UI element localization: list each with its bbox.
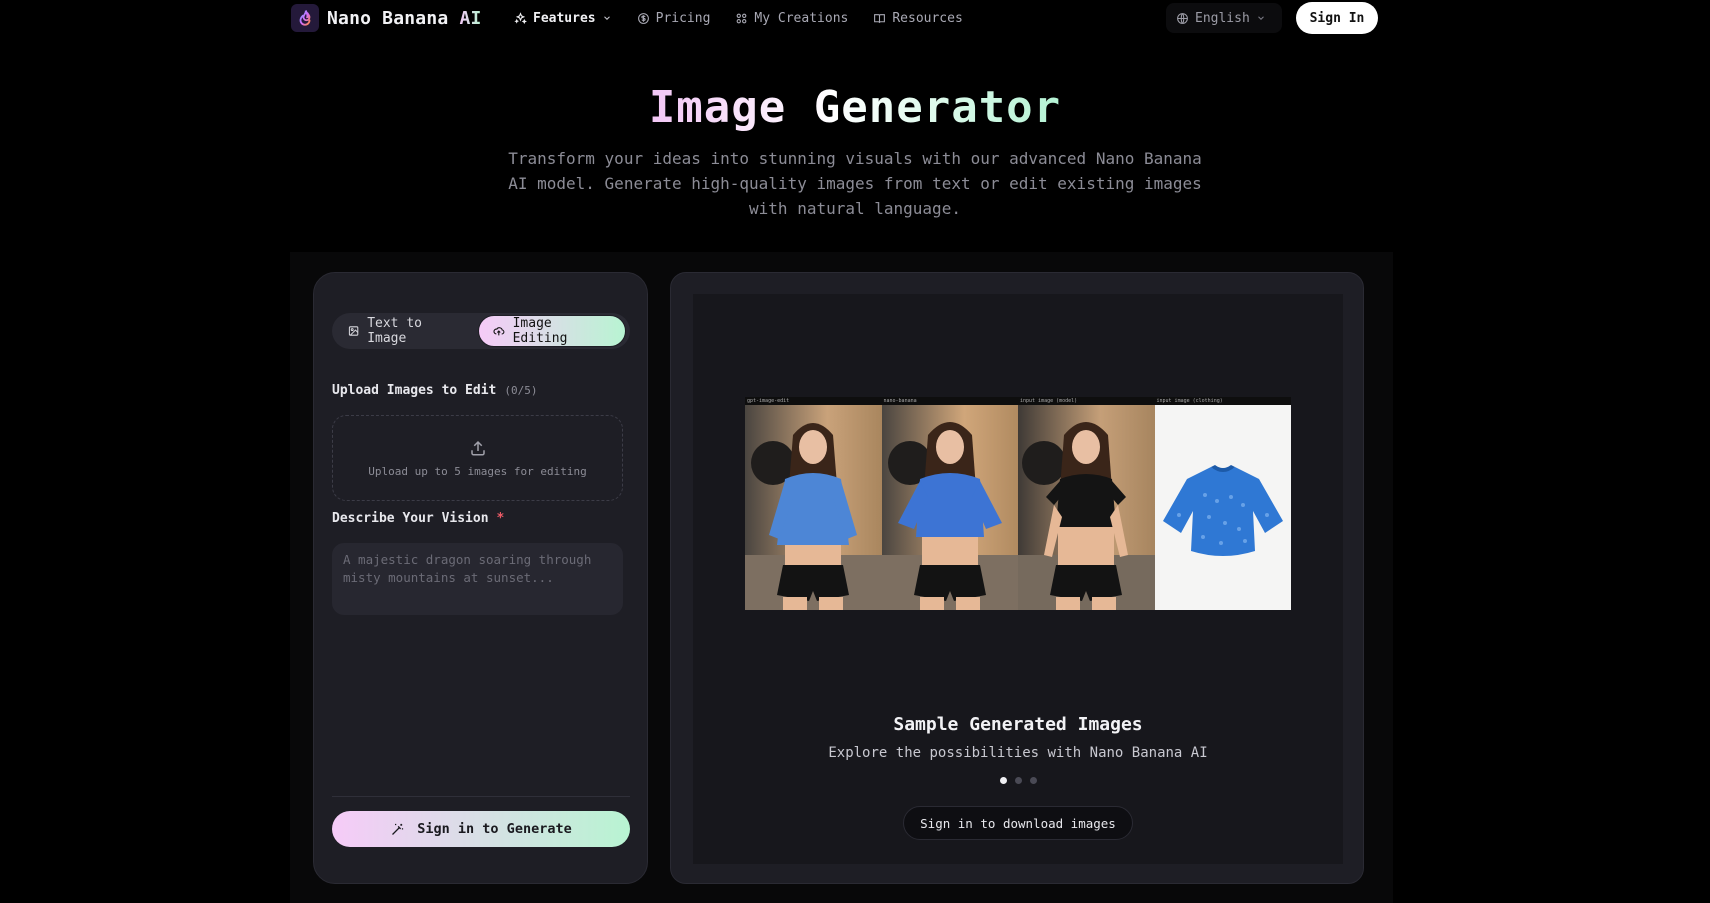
prompt-label: Describe Your Vision * [332, 511, 504, 526]
sample-subtitle: Explore the possibilities with Nano Bana… [828, 745, 1208, 761]
carousel-dots [693, 777, 1343, 784]
required-mark: * [496, 511, 505, 526]
sparkles-icon [514, 11, 527, 24]
book-icon [874, 13, 886, 23]
tab-text-to-image[interactable]: Text to Image [334, 315, 476, 347]
brand-name-suffix: AI [459, 7, 482, 29]
nav-item-resources-label: Resources [892, 10, 963, 26]
editor-card: Text to Image Image Editing Upload Image… [313, 272, 648, 884]
generate-button-label: Sign in to Generate [417, 821, 572, 837]
nav-item-features[interactable]: Features [514, 8, 612, 28]
upload-label: Upload Images to Edit (0/5) [332, 383, 538, 398]
upload-cloud-icon [493, 327, 505, 336]
upload-label-text: Upload Images to Edit [332, 383, 497, 398]
generate-button[interactable]: Sign in to Generate [332, 811, 630, 847]
upload-count: (0/5) [504, 384, 538, 397]
upload-hint: Upload up to 5 images for editing [368, 464, 587, 478]
tab-text-to-image-label: Text to Image [367, 316, 422, 346]
image-icon [348, 326, 359, 336]
image-label: input image (clothing) [1156, 398, 1223, 404]
language-select[interactable]: English [1166, 3, 1282, 33]
sample-panel-gpt-edit [745, 405, 882, 610]
preview-card: gpt-image-edit nano-banana input image (… [670, 272, 1364, 884]
brand-name-main: Nano Banana [327, 7, 449, 29]
chevron-down-icon [603, 16, 610, 20]
nav-item-pricing[interactable]: Pricing [637, 8, 711, 28]
chevron-down-icon [1257, 16, 1264, 20]
image-label: nano-banana [883, 398, 917, 404]
carousel-dot[interactable] [1029, 777, 1037, 784]
page-title-text: Image Generator [648, 82, 1062, 133]
nav-item-my-creations-label: My Creations [754, 10, 849, 26]
prompt-label-text: Describe Your Vision [332, 511, 489, 526]
sample-image[interactable]: gpt-image-edit nano-banana input image (… [745, 397, 1291, 610]
image-labels: gpt-image-edit nano-banana input image (… [745, 397, 1291, 405]
nav-item-resources[interactable]: Resources [873, 8, 963, 28]
page-title: Image Generator [0, 82, 1710, 133]
sample-panel-input-model [1018, 405, 1155, 610]
nav-links: Features Pricing My Creations Resources [514, 8, 963, 28]
dollar-circle-icon [637, 12, 649, 24]
brand-name: Nano Banana AI [327, 8, 482, 29]
sample-panel-input-clothing [1154, 405, 1291, 610]
flame-logo-icon [291, 4, 319, 32]
upload-dropzone[interactable]: Upload up to 5 images for editing [332, 415, 623, 501]
image-label: input image (model) [1020, 398, 1078, 404]
mode-tabs: Text to Image Image Editing [332, 313, 630, 349]
image-label: gpt-image-edit [747, 398, 790, 404]
sign-in-button[interactable]: Sign In [1296, 2, 1378, 34]
magic-wand-icon [392, 823, 404, 835]
language-value: English [1195, 10, 1250, 26]
nav-item-pricing-label: Pricing [655, 10, 711, 26]
page-subtitle: Transform your ideas into stunning visua… [508, 149, 1202, 218]
tab-image-editing[interactable]: Image Editing [478, 315, 626, 347]
sample-panel-nano-banana [881, 405, 1018, 610]
tab-image-editing-label: Image Editing [512, 316, 568, 346]
grid-icon [737, 13, 747, 23]
divider [332, 796, 630, 797]
carousel-dot[interactable] [999, 777, 1007, 784]
download-button[interactable]: Sign in to download images [903, 806, 1133, 840]
brand[interactable]: Nano Banana AI [291, 4, 482, 32]
sample-title: Sample Generated Images [893, 714, 1143, 735]
prompt-input[interactable] [332, 543, 623, 615]
globe-icon [1177, 12, 1188, 24]
nav-item-features-label: Features [533, 10, 596, 26]
preview-panel: gpt-image-edit nano-banana input image (… [693, 294, 1343, 864]
nav-item-my-creations[interactable]: My Creations [735, 8, 848, 28]
upload-icon [470, 440, 485, 455]
top-nav: Nano Banana AI Features Pricing My Creat… [0, 0, 1710, 36]
carousel-dot[interactable] [1014, 777, 1022, 784]
